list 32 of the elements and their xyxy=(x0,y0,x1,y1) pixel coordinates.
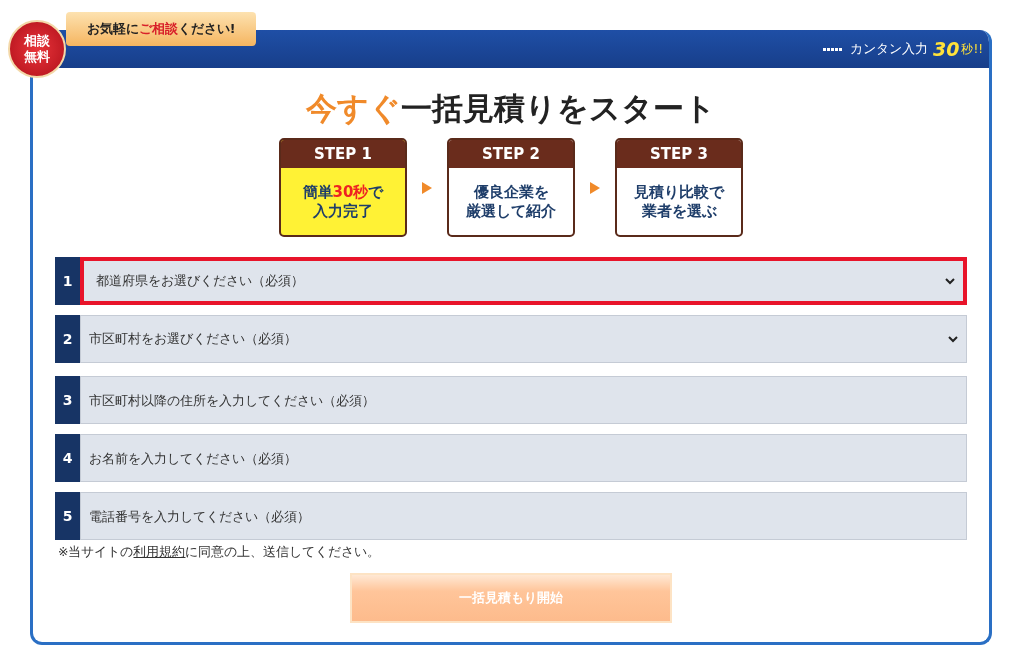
field-number: 5 xyxy=(55,492,80,540)
header-suffix: 秒!! xyxy=(961,40,983,58)
field-number: 1 xyxy=(55,257,80,305)
badge: 相談 無料 xyxy=(8,20,66,78)
header-emphasis: 30 xyxy=(932,38,960,60)
title-accent: 今すぐ xyxy=(306,90,401,126)
header-label: カンタン入力 xyxy=(849,40,928,58)
step-text: 簡単30秒で xyxy=(302,182,384,202)
step-text: 入力完了 xyxy=(313,201,373,221)
step-label: STEP 2 xyxy=(449,140,573,168)
chevron-icon xyxy=(945,277,955,285)
arrow-icon xyxy=(590,181,600,194)
field-number: 3 xyxy=(55,376,80,424)
step-text: 厳選して紹介 xyxy=(466,201,556,221)
consent-note: ※当サイトの利用規約に同意の上、送信してください。 xyxy=(58,544,381,561)
step-label: STEP 1 xyxy=(281,140,405,168)
step-label: STEP 3 xyxy=(617,140,741,168)
input-field[interactable]: 電話番号を入力してください（必須） xyxy=(80,492,967,540)
chevron-icon xyxy=(948,335,958,343)
ribbon-text: お気軽にご相談ください! xyxy=(86,20,236,38)
select-field[interactable]: 都道府県をお選びください（必須） xyxy=(80,257,967,305)
select-field[interactable]: 市区町村をお選びください（必須） xyxy=(80,315,967,363)
page-title: 一括見積りをスタート xyxy=(401,90,716,126)
field-number: 4 xyxy=(55,434,80,482)
step-text: 業者を選ぶ xyxy=(641,201,717,221)
input-field[interactable]: 市区町村以降の住所を入力してください（必須） xyxy=(80,376,967,424)
terms-link[interactable]: 利用規約 xyxy=(133,544,186,559)
step-text: 見積り比較で xyxy=(634,182,724,202)
step-text: 優良企業を xyxy=(473,182,549,202)
field-number: 2 xyxy=(55,315,80,363)
input-field[interactable]: お名前を入力してください（必須） xyxy=(80,434,967,482)
arrow-icon xyxy=(422,181,432,194)
